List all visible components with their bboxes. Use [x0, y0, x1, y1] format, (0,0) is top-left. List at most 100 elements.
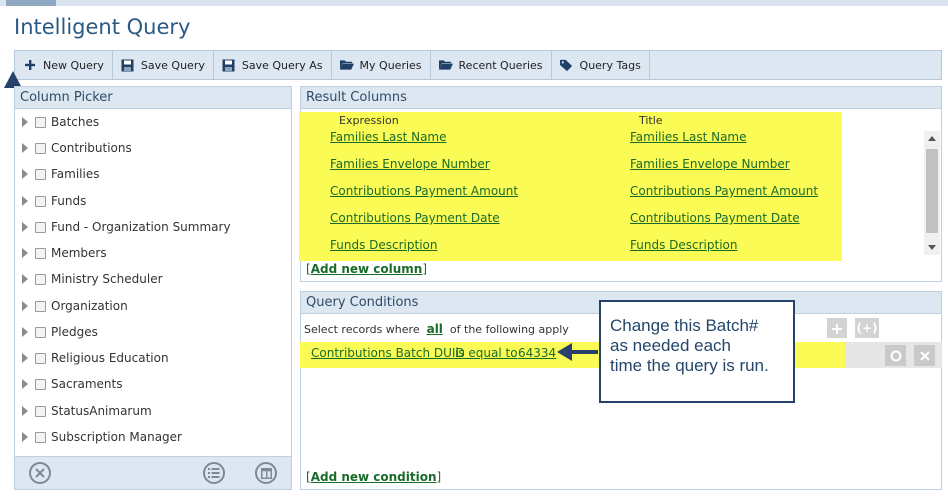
expand-caret-icon[interactable] [22, 248, 28, 258]
column-picker-item-label: Pledges [51, 325, 98, 339]
result-title-link[interactable]: Families Envelope Number [630, 157, 790, 171]
add-new-condition-link[interactable]: [Add new condition] [306, 470, 441, 484]
add-new-column-label: Add new column [310, 262, 423, 276]
result-columns-scrollbar[interactable] [924, 131, 940, 255]
layout-circle-icon[interactable] [255, 462, 277, 484]
item-checkbox[interactable] [35, 168, 46, 180]
save-query-button[interactable]: Save Query [113, 51, 214, 79]
new-query-button[interactable]: New Query [15, 51, 113, 79]
callout-arrow-shaft [570, 350, 598, 354]
select-suffix-text: of the following apply [449, 323, 569, 336]
column-picker-item-label: Subscription Manager [51, 430, 182, 444]
column-picker-item[interactable]: Members [15, 242, 107, 264]
tag-icon [559, 58, 574, 72]
column-picker-item[interactable]: Organization [15, 295, 128, 317]
item-checkbox[interactable] [35, 273, 46, 285]
column-picker-item[interactable]: Sacraments [15, 373, 123, 395]
item-checkbox[interactable] [35, 326, 46, 338]
expand-caret-icon[interactable] [22, 379, 28, 389]
column-picker-item[interactable]: Fund - Organization Summary [15, 216, 231, 238]
floppy-disk-icon [121, 58, 135, 72]
condition-delete-button[interactable] [914, 345, 935, 366]
select-mode-link[interactable]: all [427, 322, 443, 336]
expand-caret-icon[interactable] [22, 432, 28, 442]
column-picker-item[interactable]: Families [15, 163, 99, 185]
add-condition-group-button[interactable]: (+) [855, 318, 879, 338]
column-picker-item[interactable]: Subscription Manager [15, 426, 182, 448]
select-prefix-text: Select records where [304, 323, 420, 336]
condition-toggle-circle-button[interactable] [885, 345, 906, 366]
expand-caret-icon[interactable] [22, 222, 28, 232]
query-tags-label: Query Tags [579, 58, 641, 72]
result-title-link[interactable]: Funds Description [630, 238, 737, 252]
toolbar: New Query Save Query Save Query As My Qu… [14, 50, 942, 80]
column-picker-item[interactable]: Batches [15, 111, 99, 133]
column-picker-item[interactable]: Pledges [15, 321, 98, 343]
item-checkbox[interactable] [35, 142, 46, 154]
condition-value-link[interactable]: 64334 [518, 346, 556, 360]
callout-line-2: as needed each [610, 336, 731, 355]
clear-circle-x-icon[interactable] [29, 462, 51, 484]
result-expression-link[interactable]: Contributions Payment Amount [330, 184, 518, 198]
item-checkbox[interactable] [35, 300, 46, 312]
item-checkbox[interactable] [35, 116, 46, 128]
select-records-sentence: Select records where all of the followin… [304, 322, 569, 336]
item-checkbox[interactable] [35, 352, 46, 364]
column-picker-item-label: Sacraments [51, 377, 123, 391]
save-query-as-label: Save Query As [241, 58, 323, 72]
item-checkbox[interactable] [35, 221, 46, 233]
item-checkbox[interactable] [35, 431, 46, 443]
column-picker-item-label: Contributions [51, 141, 132, 155]
column-picker-item-label: Members [51, 246, 107, 260]
item-checkbox[interactable] [35, 195, 46, 207]
annotation-callout: Change this Batch# as needed each time t… [599, 300, 795, 403]
column-picker-header: Column Picker [15, 87, 291, 109]
expand-caret-icon[interactable] [22, 143, 28, 153]
plus-icon [23, 58, 37, 72]
expand-caret-icon[interactable] [22, 117, 28, 127]
result-expression-link[interactable]: Funds Description [330, 238, 437, 252]
column-picker-item[interactable]: Religious Education [15, 347, 169, 369]
expand-caret-icon[interactable] [22, 406, 28, 416]
save-query-label: Save Query [140, 58, 205, 72]
column-picker-item-label: Families [51, 167, 100, 181]
expand-caret-icon[interactable] [22, 169, 28, 179]
column-picker-item-label: Funds [51, 194, 87, 208]
query-tags-button[interactable]: Query Tags [552, 51, 650, 79]
scroll-up-arrow-icon[interactable] [928, 136, 936, 141]
column-picker-item[interactable]: StatusAnimarum [15, 400, 152, 422]
scroll-down-arrow-icon[interactable] [928, 245, 936, 250]
item-checkbox[interactable] [35, 247, 46, 259]
column-picker-item[interactable]: Ministry Scheduler [15, 268, 163, 290]
scroll-thumb[interactable] [926, 149, 938, 233]
result-expression-link[interactable]: Families Envelope Number [330, 157, 490, 171]
item-checkbox[interactable] [35, 405, 46, 417]
result-title-link[interactable]: Families Last Name [630, 130, 747, 144]
result-title-link[interactable]: Contributions Payment Amount [630, 184, 818, 198]
result-title-link[interactable]: Contributions Payment Date [630, 211, 800, 225]
expand-caret-icon[interactable] [22, 196, 28, 206]
close-icon [919, 350, 930, 361]
column-picker-item-label: Ministry Scheduler [51, 272, 163, 286]
column-picker-item-label: Fund - Organization Summary [51, 220, 231, 234]
expand-caret-icon[interactable] [22, 301, 28, 311]
floppy-disk-icon [222, 58, 236, 72]
add-condition-plus-button[interactable]: + [827, 318, 847, 338]
expand-caret-icon[interactable] [22, 274, 28, 284]
add-new-column-link[interactable]: [Add new column] [306, 262, 427, 276]
column-picker-item[interactable]: Contributions [15, 137, 132, 159]
my-queries-button[interactable]: My Queries [332, 51, 431, 79]
condition-field-link[interactable]: Contributions Batch DUID [311, 346, 465, 360]
list-circle-icon[interactable] [203, 462, 225, 484]
title-column-header: Title [639, 114, 663, 127]
result-columns-header: Result Columns [301, 87, 941, 109]
recent-queries-button[interactable]: Recent Queries [431, 51, 552, 79]
column-picker-item[interactable]: Funds [15, 190, 86, 212]
expand-caret-icon[interactable] [22, 353, 28, 363]
item-checkbox[interactable] [35, 378, 46, 390]
condition-operator-link[interactable]: is equal to [455, 346, 518, 360]
result-expression-link[interactable]: Families Last Name [330, 130, 447, 144]
expand-caret-icon[interactable] [22, 327, 28, 337]
save-query-as-button[interactable]: Save Query As [214, 51, 332, 79]
result-expression-link[interactable]: Contributions Payment Date [330, 211, 500, 225]
